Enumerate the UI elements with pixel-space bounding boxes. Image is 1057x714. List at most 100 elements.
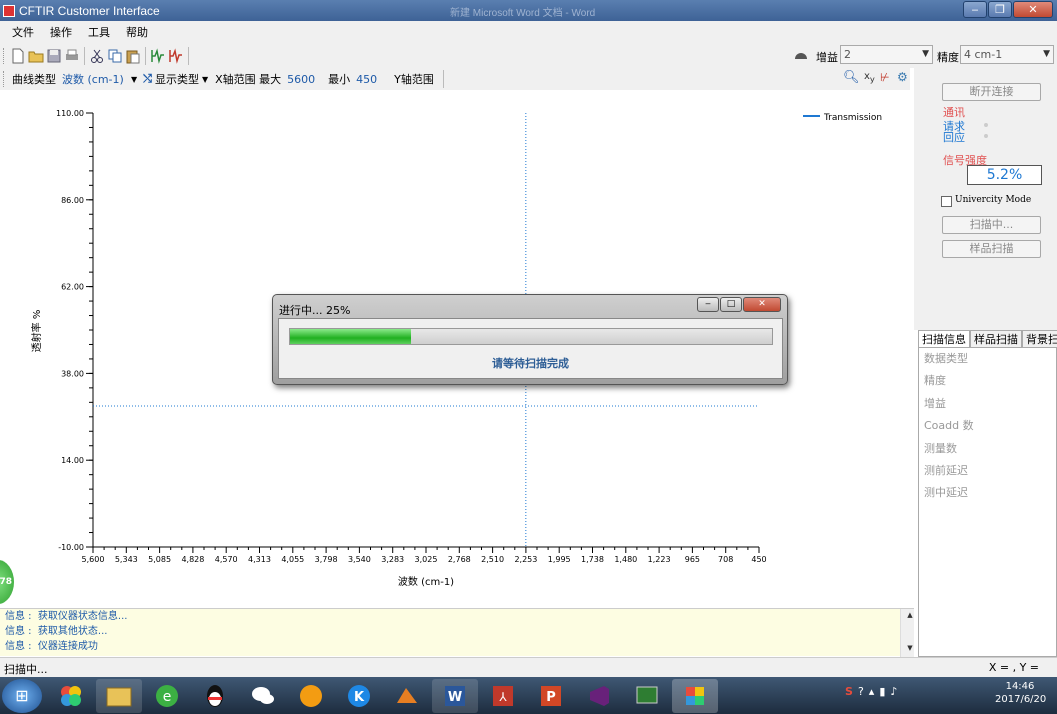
info-coadd: Coadd 数 bbox=[924, 419, 974, 433]
dialog-body: 请等待扫描完成 bbox=[278, 318, 783, 379]
menu-file[interactable]: 文件 bbox=[4, 24, 42, 40]
gain-icon bbox=[794, 47, 810, 63]
save-icon[interactable] bbox=[46, 48, 62, 64]
app-pinwheel-icon[interactable] bbox=[48, 679, 94, 713]
paste-icon[interactable] bbox=[125, 48, 141, 64]
browser-icon[interactable]: e bbox=[144, 679, 190, 713]
open-folder-icon[interactable] bbox=[28, 48, 44, 64]
clock[interactable]: 14:46 2017/6/20 bbox=[995, 681, 1047, 705]
clock-date: 2017/6/20 bbox=[995, 694, 1047, 705]
x-tick-label: 1,995 bbox=[548, 555, 571, 564]
cftir-app-icon[interactable] bbox=[672, 678, 718, 713]
dialog-close-button[interactable]: ✕ bbox=[743, 297, 781, 312]
close-button[interactable]: ✕ bbox=[1013, 1, 1053, 18]
pdf-icon[interactable]: ⅄ bbox=[480, 679, 526, 713]
chart-toolbar: 曲线类型 波数 (cm-1) ▼ ⤭ 显示类型 ▼ X轴范围 最大 5600 最… bbox=[0, 68, 910, 90]
app-orange-icon[interactable] bbox=[288, 679, 334, 713]
x-min-input[interactable]: 450 bbox=[356, 73, 388, 86]
disconnect-button[interactable]: 断开连接 bbox=[942, 83, 1041, 101]
x-range-label: X轴范围 最大 bbox=[215, 73, 282, 86]
chevron-down-icon[interactable]: ▼ bbox=[202, 75, 208, 84]
volume-icon[interactable]: ♪ bbox=[890, 685, 897, 698]
settings-icon[interactable]: ⚙ bbox=[897, 70, 908, 84]
help-icon[interactable]: ? bbox=[858, 685, 864, 698]
info-measure-count: 测量数 bbox=[924, 441, 957, 455]
title-bar: CFTIR Customer Interface 新建 Microsoft Wo… bbox=[0, 0, 1057, 21]
word-icon[interactable]: W bbox=[432, 678, 478, 713]
scroll-down-icon[interactable]: ▼ bbox=[906, 642, 914, 654]
ime-icon[interactable]: S bbox=[845, 685, 853, 698]
log-text: 仪器连接成功 bbox=[37, 641, 98, 652]
univ-mode-checkbox[interactable] bbox=[941, 196, 952, 207]
x-tick-label: 1,738 bbox=[581, 555, 604, 564]
x-tick-label: 4,828 bbox=[181, 555, 204, 564]
dialog-title: 进行中... 25% bbox=[279, 304, 351, 317]
log-text: 获取其他状态... bbox=[37, 626, 108, 637]
log-prefix: 信息 bbox=[5, 626, 25, 637]
response-label: 回应 bbox=[943, 131, 965, 144]
qq-icon[interactable] bbox=[192, 679, 238, 713]
xy-icon[interactable]: xy bbox=[864, 71, 875, 84]
display-type-icon: ⤭ bbox=[143, 72, 152, 85]
x-tick-label: 3,540 bbox=[348, 555, 371, 564]
window-title: CFTIR Customer Interface bbox=[19, 3, 160, 18]
min-label: 最小 bbox=[328, 73, 351, 86]
log-scrollbar[interactable]: ▲ ▼ bbox=[900, 609, 914, 657]
log-prefix: 信息 bbox=[5, 611, 25, 622]
dialog-maximize-button[interactable]: □ bbox=[720, 297, 742, 312]
x-tick-label: 2,768 bbox=[448, 555, 471, 564]
menu-operate[interactable]: 操作 bbox=[42, 24, 80, 40]
log-line: 信息 : 获取其他状态... bbox=[5, 626, 108, 637]
copy-icon[interactable] bbox=[107, 48, 123, 64]
x-tick-label: 1,480 bbox=[614, 555, 637, 564]
gain-select[interactable]: 2 ▼ bbox=[840, 45, 933, 64]
network-icon[interactable]: ▮ bbox=[879, 685, 885, 698]
visual-studio-icon[interactable] bbox=[576, 679, 622, 713]
explorer-icon[interactable] bbox=[96, 678, 142, 713]
x-max-input[interactable]: 5600 bbox=[287, 73, 319, 86]
terminal-icon[interactable] bbox=[624, 679, 670, 713]
y-tick-label: -10.00 bbox=[58, 543, 84, 552]
sample-scan-button[interactable]: 样品扫描 bbox=[942, 240, 1041, 258]
new-file-icon[interactable] bbox=[10, 48, 26, 64]
maximize-button[interactable]: ❐ bbox=[988, 1, 1012, 18]
dialog-minimize-button[interactable]: ‒ bbox=[697, 297, 719, 312]
dialog-message: 请等待扫描完成 bbox=[492, 357, 569, 370]
clock-time: 14:46 bbox=[1005, 681, 1035, 692]
axis-icon[interactable]: ⊬ bbox=[880, 71, 890, 84]
chevron-up-icon[interactable]: ▴ bbox=[869, 685, 875, 698]
x-tick-label: 965 bbox=[685, 555, 700, 564]
log-panel: 信息 : 获取仪器状态信息... 信息 : 获取其他状态... 信息 : 仪器连… bbox=[0, 608, 914, 657]
menu-tools[interactable]: 工具 bbox=[80, 24, 118, 40]
chevron-down-icon[interactable]: ▼ bbox=[131, 75, 137, 84]
gain-label: 增益 bbox=[816, 51, 838, 64]
print-icon[interactable] bbox=[64, 48, 80, 64]
spectrum-b-icon[interactable] bbox=[168, 47, 184, 64]
display-type-select[interactable]: 显示类型 bbox=[155, 71, 199, 87]
matlab-icon[interactable] bbox=[384, 679, 430, 713]
taskbar: ⊞ e K W ⅄ P S ? ▴ ▮ ♪ 14:46 2017/6/20 bbox=[0, 677, 1057, 714]
x-tick-label: 3,025 bbox=[415, 555, 438, 564]
start-button[interactable]: ⊞ bbox=[2, 678, 42, 713]
powerpoint-icon[interactable]: P bbox=[528, 679, 574, 713]
precision-select[interactable]: 4 cm-1 ▼ bbox=[960, 45, 1054, 64]
zoom-icon[interactable]: 🔍︎ bbox=[843, 70, 860, 85]
info-mid-delay: 测中延迟 bbox=[924, 486, 968, 500]
app-k-icon[interactable]: K bbox=[336, 679, 382, 713]
cut-icon[interactable] bbox=[89, 48, 105, 64]
spectrum-a-icon[interactable] bbox=[150, 47, 166, 64]
x-tick-label: 4,055 bbox=[281, 555, 304, 564]
progress-dialog: 进行中... 25% ‒ □ ✕ 请等待扫描完成 bbox=[272, 294, 788, 385]
x-tick-label: 5,343 bbox=[115, 555, 138, 564]
wechat-icon[interactable] bbox=[240, 679, 286, 713]
chart-ylabel: 透射率 % bbox=[30, 310, 43, 353]
x-tick-label: 1,223 bbox=[648, 555, 671, 564]
curve-type-select[interactable]: 波数 (cm-1) bbox=[62, 71, 128, 87]
ghost-title: 新建 Microsoft Word 文档 - Word bbox=[450, 8, 596, 19]
minimize-button[interactable]: ‒ bbox=[963, 1, 987, 18]
scanning-button[interactable]: 扫描中... bbox=[942, 216, 1041, 234]
toolbar-grip bbox=[3, 71, 6, 87]
menu-help[interactable]: 帮助 bbox=[118, 24, 156, 40]
scroll-up-icon[interactable]: ▲ bbox=[906, 609, 914, 621]
info-precision: 精度 bbox=[924, 374, 946, 388]
